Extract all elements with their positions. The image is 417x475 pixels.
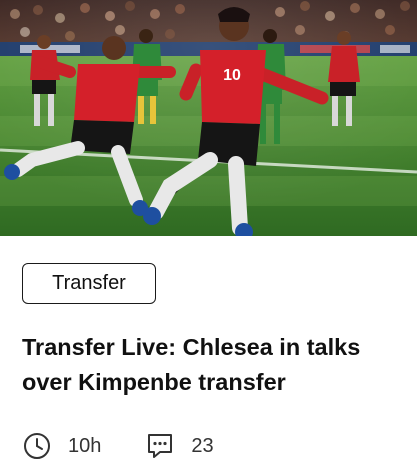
jersey-number: 10	[223, 67, 241, 84]
article-title[interactable]: Transfer Live: Chlesea in talks over Kim…	[22, 330, 402, 400]
news-card[interactable]: 10 Transfer Transfer Live: Chlesea in ta…	[0, 0, 417, 475]
article-meta: 10h 23	[22, 430, 214, 462]
clock-icon	[22, 431, 52, 461]
article-image[interactable]: 10	[0, 0, 417, 236]
timestamp: 10h	[22, 431, 101, 461]
comment-count: 23	[191, 434, 214, 457]
football-celebration-photo: 10	[0, 0, 417, 236]
category-tag[interactable]: Transfer	[22, 263, 156, 304]
comment-icon	[145, 431, 175, 461]
time-ago: 10h	[68, 434, 102, 457]
comments-link[interactable]: 23	[145, 431, 214, 461]
